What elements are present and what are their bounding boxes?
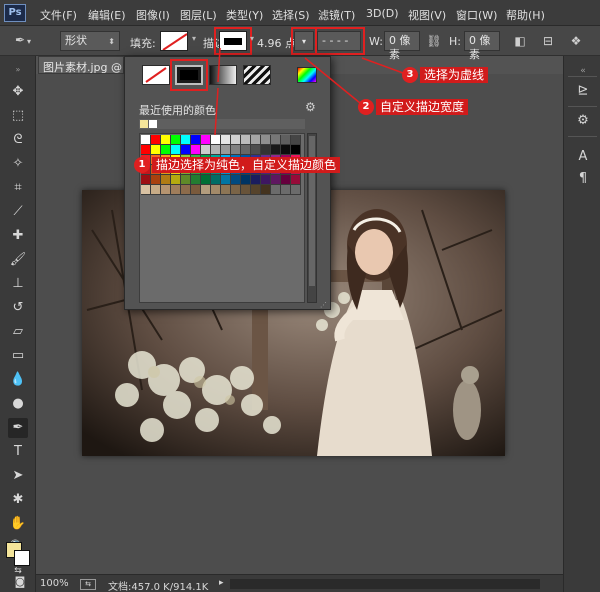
photoshop-window: Ps 文件(F) 编辑(E) 图像(I) 图层(L) 类型(Y) 选择(S) 滤…	[0, 0, 600, 592]
annotation-1: 1 描边选择为纯色，自定义描边颜色	[134, 157, 341, 173]
arrow-line-1b	[217, 47, 221, 83]
annotation-3-text: 选择为虚线	[420, 67, 489, 83]
annotation-2-number: 2	[358, 99, 374, 115]
annotation-2-text: 自定义描边宽度	[376, 99, 469, 115]
arrow-line-1	[214, 87, 219, 136]
annotation-1-number: 1	[134, 157, 150, 173]
annotation-2: 2 自定义描边宽度	[358, 99, 469, 115]
annotation-arrows	[214, 47, 404, 136]
annotation-3-number: 3	[402, 67, 418, 83]
arrow-line-3	[361, 57, 404, 74]
arrow-line-2	[304, 57, 361, 104]
annotation-1-text: 描边选择为纯色，自定义描边颜色	[152, 157, 341, 173]
annotation-3: 3 选择为虚线	[402, 67, 489, 83]
